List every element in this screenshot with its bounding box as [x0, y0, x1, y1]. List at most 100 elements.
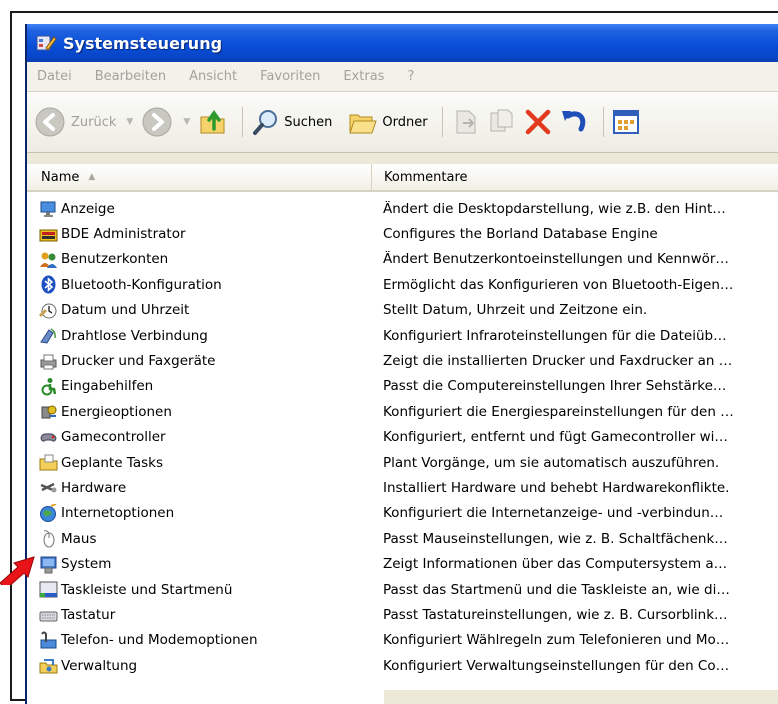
folders-label: Ordner	[382, 114, 428, 130]
item-name-cell[interactable]: Gamecontroller	[27, 428, 383, 447]
forward-dropdown-icon[interactable]: ▼	[183, 117, 190, 127]
menu-bearbeiten[interactable]: Bearbeiten	[95, 69, 166, 84]
item-name-cell[interactable]: Taskleiste und Startmenü	[27, 580, 383, 599]
item-name-cell[interactable]: Telefon- und Modemoptionen	[27, 631, 383, 650]
back-dropdown-icon[interactable]: ▼	[126, 117, 133, 127]
move-to-button[interactable]	[451, 107, 481, 137]
item-name-cell[interactable]: Anzeige	[27, 199, 383, 218]
views-icon	[612, 110, 639, 134]
item-name-cell[interactable]: BDE Administrator	[27, 225, 383, 244]
control-panel-window: Systemsteuerung Datei Bearbeiten Ansicht…	[25, 24, 778, 704]
item-comment: Konfiguriert Verwaltungseinstellungen fü…	[383, 657, 730, 674]
forward-button[interactable]	[141, 106, 173, 138]
item-comment: Konfiguriert Infraroteinstellungen für d…	[383, 327, 727, 344]
folders-button[interactable]: Ordner	[346, 107, 428, 137]
title-bar[interactable]: Systemsteuerung	[27, 24, 778, 62]
list-item[interactable]: Gamecontroller Konfiguriert, entfernt und…	[27, 425, 778, 450]
item-name: Internetoptionen	[61, 505, 175, 522]
item-name-cell[interactable]: Eingabehilfen	[27, 377, 383, 396]
list-item[interactable]: Internetoptionen Konfiguriert die Interne…	[27, 501, 778, 526]
column-comment-label: Kommentare	[384, 169, 468, 185]
copy-to-button[interactable]	[487, 107, 517, 137]
item-comment: Konfiguriert, entfernt und fügt Gamecont…	[383, 429, 728, 446]
item-comment: Ändert Benutzerkontoeinstellungen und Ke…	[383, 251, 729, 268]
wireless-icon	[40, 328, 56, 344]
column-header-comment[interactable]: Kommentare	[372, 164, 468, 190]
keyboard-icon	[39, 611, 58, 622]
copy-to-icon	[490, 109, 513, 132]
list-item[interactable]: BDE Administrator Configures the Borland …	[27, 221, 778, 246]
list-item[interactable]: Hardware Installiert Hardware und behebt …	[27, 475, 778, 500]
item-name-cell[interactable]: Internetoptionen	[27, 503, 383, 523]
delete-button[interactable]	[523, 107, 553, 137]
item-name-cell[interactable]: Energieoptionen	[27, 402, 383, 421]
list-item[interactable]: Verwaltung Konfiguriert Verwaltungseinste…	[27, 653, 778, 678]
item-comment: Konfiguriert Wählregeln zum Telefonieren…	[383, 632, 730, 649]
list-item[interactable]: Bluetooth-Konfiguration Ermöglicht das Ko…	[27, 272, 778, 297]
item-name-cell[interactable]: Hardware	[27, 478, 383, 497]
menu-extras[interactable]: Extras	[343, 69, 384, 84]
list-item[interactable]: Energieoptionen Konfiguriert die Energies…	[27, 399, 778, 424]
menu-datei[interactable]: Datei	[37, 69, 72, 84]
item-rows: Anzeige Ändert die Desktopdarstellung, wi…	[27, 196, 778, 678]
item-name-cell[interactable]: Verwaltung	[27, 656, 383, 675]
list-item[interactable]: Taskleiste und Startmenü Passt das Startm…	[27, 577, 778, 602]
list-item[interactable]: Telefon- und Modemoptionen Konfiguriert W…	[27, 628, 778, 653]
list-item[interactable]: System Zeigt Informationen über das Compu…	[27, 551, 778, 576]
power-icon	[41, 405, 57, 419]
item-name-cell[interactable]: Datum und Uhrzeit	[27, 301, 383, 320]
menu-favoriten[interactable]: Favoriten	[260, 69, 320, 84]
taskbar-icon	[39, 581, 58, 598]
forward-arrow-icon	[142, 107, 172, 137]
list-item[interactable]: Drucker und Faxgeräte Zeigt die installie…	[27, 348, 778, 373]
item-name-cell[interactable]: Drahtlose Verbindung	[27, 326, 383, 345]
database-icon	[39, 229, 58, 242]
search-icon	[253, 110, 278, 135]
item-name-cell[interactable]: Bluetooth-Konfiguration	[27, 275, 383, 294]
undo-button[interactable]	[559, 107, 589, 137]
menu-help[interactable]: ?	[407, 69, 414, 84]
item-name: Maus	[61, 530, 97, 547]
delete-x-icon	[525, 109, 550, 135]
item-name: Hardware	[61, 479, 127, 496]
item-name-cell[interactable]: Maus	[27, 529, 383, 548]
back-label: Zurück	[71, 114, 117, 130]
horizontal-scrollbar[interactable]	[384, 690, 778, 704]
item-name: Taskleiste und Startmenü	[61, 581, 233, 598]
item-name-cell[interactable]: Benutzerkonten	[27, 250, 383, 269]
item-name: Tastatur	[61, 606, 116, 623]
item-comment: Configures the Borland Database Engine	[383, 226, 658, 243]
item-name: Energieoptionen	[61, 403, 172, 420]
list-item[interactable]: Datum und Uhrzeit Stellt Datum, Uhrzeit u…	[27, 298, 778, 323]
mouse-icon	[43, 530, 55, 548]
list-item[interactable]: Geplante Tasks Plant Vorgänge, um sie aut…	[27, 450, 778, 475]
list-item[interactable]: Maus Passt Mauseinstellungen, wie z. B. S…	[27, 526, 778, 551]
list-item[interactable]: Benutzerkonten Ändert Benutzerkontoeinste…	[27, 247, 778, 272]
item-name-cell[interactable]: Geplante Tasks	[27, 453, 383, 472]
item-name-cell[interactable]: Drucker und Faxgeräte	[27, 352, 383, 371]
column-header-name[interactable]: Name ▲	[27, 164, 372, 190]
users-icon	[40, 252, 57, 268]
up-folder-button[interactable]	[198, 107, 228, 137]
bluetooth-icon	[41, 275, 56, 294]
menu-ansicht[interactable]: Ansicht	[189, 69, 237, 84]
item-name-cell[interactable]: System	[27, 555, 383, 574]
list-item[interactable]: Anzeige Ändert die Desktopdarstellung, wi…	[27, 196, 778, 221]
list-item[interactable]: Eingabehilfen Passt die Computereinstellu…	[27, 374, 778, 399]
views-button[interactable]	[612, 109, 640, 135]
item-name: System	[61, 556, 112, 573]
item-name-cell[interactable]: Tastatur	[27, 605, 383, 624]
folders-icon	[349, 114, 378, 134]
item-comment: Konfiguriert die Internetanzeige- und -v…	[383, 505, 724, 522]
back-button[interactable]: Zurück	[34, 106, 116, 138]
item-name: Benutzerkonten	[61, 251, 169, 268]
toolbar-separator	[602, 107, 604, 137]
list-item[interactable]: Drahtlose Verbindung Konfiguriert Infraro…	[27, 323, 778, 348]
item-name: Drucker und Faxgeräte	[61, 353, 216, 370]
control-panel-icon	[36, 35, 57, 51]
search-button[interactable]: Suchen	[251, 107, 332, 137]
item-comment: Installiert Hardware und behebt Hardware…	[383, 479, 730, 496]
item-comment: Ermöglicht das Konfigurieren von Bluetoo…	[383, 276, 734, 293]
clock-icon	[39, 303, 57, 319]
list-item[interactable]: Tastatur Passt Tastatureinstellungen, wie…	[27, 602, 778, 627]
